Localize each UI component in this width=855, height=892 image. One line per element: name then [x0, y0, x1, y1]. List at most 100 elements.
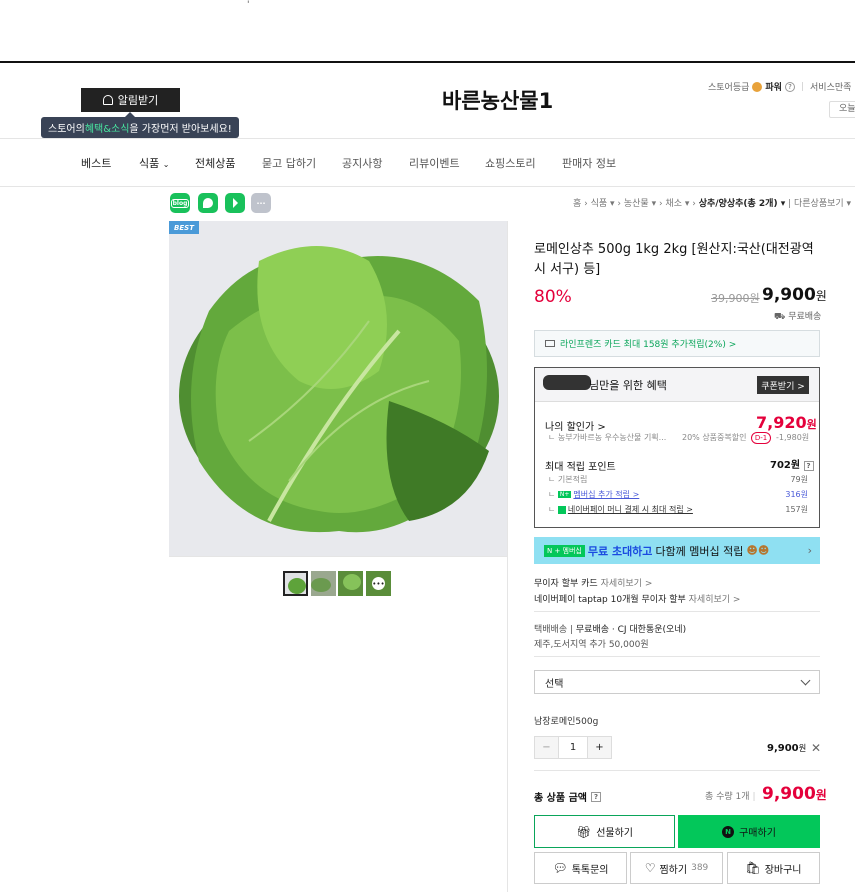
npay-row: 네이버페이 taptap 10개월 무이자 할부 자세히보기 > [534, 592, 740, 605]
chat-icon: 💬︎ [552, 861, 568, 875]
service-label: 서비스만족 [810, 83, 852, 93]
sale-price: 9,900원 [762, 285, 827, 305]
membership-link: 멤버십 추가 적립 > [573, 490, 640, 499]
points-row-npay[interactable]: ㄴ 네이버페이 머니 결제 시 최대 적립 > [548, 504, 693, 515]
points-row-npay-value: 157원 [785, 505, 808, 514]
total-price-unit: 원 [815, 788, 827, 802]
total-price-value: 9,900 [762, 784, 816, 804]
buy-button[interactable]: N 구매하기 [678, 815, 820, 848]
nav-food-label: 식품 [139, 157, 160, 170]
gift-button[interactable]: 🎁︎ 선물하기 [534, 815, 675, 848]
total-quantity-text: 총 수량 1개 [705, 792, 750, 802]
points-row-membership[interactable]: ㄴ N+ 멤버십 추가 적립 > [548, 489, 639, 500]
my-discount-unit: 원 [806, 418, 817, 431]
thumbnail-more[interactable]: ••• [366, 571, 391, 596]
help-icon[interactable]: ? [784, 81, 795, 92]
card-promo-label: 라인프렌즈 카드 최대 158원 추가적립(2%) > [560, 340, 737, 350]
nav-notice[interactable]: 공지사항 [342, 155, 382, 171]
coupon-button[interactable]: 쿠폰받기 > [757, 376, 809, 394]
breadcrumb-other[interactable]: 다른상품보기 [794, 199, 844, 209]
nav-qna[interactable]: 묻고 답하기 [262, 155, 316, 171]
breadcrumb-vegetable[interactable]: 채소 [665, 199, 682, 209]
cart-label: 장바구니 [764, 864, 802, 876]
remove-option-icon[interactable]: ✕ [811, 741, 821, 755]
blog-label: blog [170, 198, 190, 208]
npay-link: 네이버페이 머니 결제 시 최대 적립 > [567, 505, 693, 514]
wish-count: 389 [691, 863, 709, 873]
wishlist-button[interactable]: ♡ 찜하기 389 [630, 852, 723, 884]
talk-label: 톡톡문의 [571, 864, 609, 876]
card-promo[interactable]: 라인프렌즈 카드 최대 158원 추가적립(2%) > [534, 330, 820, 357]
product-image[interactable] [169, 221, 508, 556]
shipping-value: 무료배송 · CJ 대한통운(오네) [575, 625, 687, 635]
redacted-username [543, 375, 591, 390]
bookmark-share-icon[interactable] [225, 193, 245, 213]
option-price-value: 9,900 [767, 743, 799, 754]
cart-icon: 🛍︎ [745, 861, 761, 875]
breadcrumb-count: (총 2개) [743, 199, 778, 209]
deadline-badge: D-1 [751, 432, 771, 444]
nav-best[interactable]: 베스트 [81, 155, 111, 171]
shipping-extra: 제주,도서지역 추가 50,000원 [534, 640, 649, 650]
my-discount-label[interactable]: 나의 할인가 > [545, 418, 606, 433]
nav-review-event[interactable]: 리뷰이벤트 [409, 155, 460, 171]
top-divider [0, 61, 855, 63]
today-button[interactable]: 오늘 [829, 101, 855, 118]
chevron-right-icon: › [807, 544, 812, 557]
more-share-icon[interactable]: ··· [251, 193, 271, 213]
npay-detail-link[interactable]: 자세히보기 > [689, 595, 741, 605]
help-icon[interactable]: ? [590, 791, 601, 802]
breadcrumb: 홈 › 식품 ▾ › 농산물 ▾ › 채소 ▾ › 상추/양상추(총 2개) ▾… [573, 199, 852, 209]
tooltip-text: 스토어의 [48, 124, 85, 135]
naver-pay-icon: N [722, 825, 735, 838]
increase-button[interactable]: + [588, 737, 611, 758]
option-select[interactable]: 선택 [534, 670, 820, 694]
select-placeholder: 선택 [545, 678, 564, 690]
thumbnail-image [311, 571, 336, 596]
gift-label: 선물하기 [596, 828, 634, 839]
image-bottom-divider [169, 556, 508, 557]
breadcrumb-home[interactable]: 홈 [573, 199, 581, 209]
total-price: 9,900원 [762, 784, 827, 804]
header-divider [0, 138, 855, 139]
installment-link[interactable]: 자세히보기 > [601, 579, 653, 589]
buy-label: 구매하기 [739, 828, 776, 839]
thumbnail[interactable] [338, 571, 363, 596]
nav-seller-info[interactable]: 판매자 정보 [562, 155, 616, 171]
alarm-button[interactable]: 알림받기 [81, 88, 180, 112]
chevron-down-icon [800, 675, 811, 686]
breadcrumb-current[interactable]: 상추/양상추(총 2개) ▾ [699, 199, 786, 209]
lettuce-image [169, 221, 508, 556]
arrow-icon [232, 198, 238, 208]
wish-label: 찜하기 [659, 864, 688, 876]
divider [534, 770, 820, 771]
free-shipping: ⛟ 무료배송 [774, 309, 821, 323]
quantity-value[interactable]: 1 [558, 737, 588, 758]
thumbnail[interactable] [311, 571, 336, 596]
help-icon[interactable]: ? [803, 461, 814, 471]
benefit-title: 님만을 위한 혜택 [589, 379, 667, 392]
breadcrumb-food[interactable]: 식품 [591, 199, 608, 209]
my-discount-value: 7,920원 [756, 413, 817, 432]
grade-value: 파워 [765, 83, 782, 93]
points-row-membership-value: 316원 [785, 490, 808, 499]
alarm-tooltip: 스토어의 혜택&소식 을 가장먼저 받아보세요! [41, 117, 239, 138]
nav-shopping-story[interactable]: 쇼핑스토리 [485, 155, 536, 171]
tooltip-highlight: 혜택&소식 [84, 124, 130, 135]
nav-food[interactable]: 식품 ⌄ [139, 155, 169, 171]
thumbnail[interactable] [283, 571, 308, 596]
membership-banner[interactable]: N + 멤버십 무료 초대하고 다함께 멤버십 적립 ☻☻ › [534, 537, 820, 564]
store-title[interactable]: 바른농산물1 [442, 85, 553, 115]
nav-all-products[interactable]: 전체상품 [195, 155, 235, 171]
blog-share-icon[interactable]: blog [170, 193, 190, 213]
breadcrumb-produce[interactable]: 농산물 [624, 199, 649, 209]
free-ship-label: 무료배송 [788, 312, 822, 322]
band-share-icon[interactable] [198, 193, 218, 213]
talk-inquiry-button[interactable]: 💬︎ 톡톡문의 [534, 852, 627, 884]
card-icon [545, 340, 555, 347]
decrease-button[interactable]: − [535, 737, 558, 758]
row-marker: ㄴ [548, 490, 558, 499]
nav-divider [0, 186, 855, 187]
npay-label: 네이버페이 taptap 10개월 무이자 할부 [534, 595, 686, 605]
cart-button[interactable]: 🛍︎ 장바구니 [727, 852, 820, 884]
